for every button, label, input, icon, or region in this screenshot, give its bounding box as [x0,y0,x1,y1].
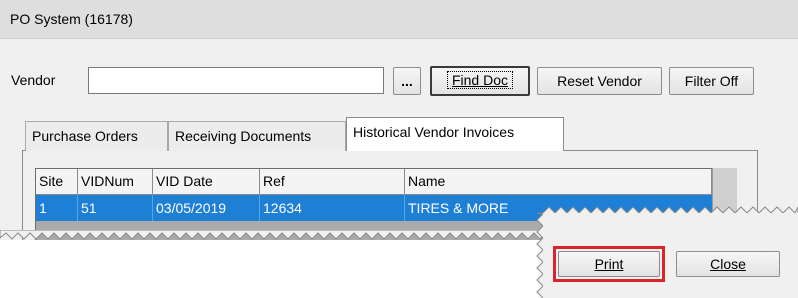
vendor-label: Vendor [11,72,56,88]
filter-off-button[interactable]: Filter Off [669,67,754,95]
cell-vidnum: 51 [78,195,153,221]
close-button[interactable]: Close [676,251,780,277]
title-bar: PO System (16178) [0,0,798,39]
find-doc-label: Find Doc [446,71,514,89]
cell-ref: 12634 [260,195,405,221]
print-highlight-box [553,246,665,282]
vendor-browse-button[interactable]: ... [393,67,421,95]
cell-site: 1 [36,195,78,221]
column-header-name[interactable]: Name [405,169,712,195]
column-header-vid-date[interactable]: VID Date [153,169,260,195]
vendor-input[interactable] [88,67,384,94]
column-header-ref[interactable]: Ref [260,169,405,195]
column-header-site[interactable]: Site [36,169,78,195]
cell-vid-date: 03/05/2019 [153,195,260,221]
reset-vendor-button[interactable]: Reset Vendor [537,67,662,95]
tab-purchase-orders[interactable]: Purchase Orders [25,121,168,151]
tab-receiving-documents[interactable]: Receiving Documents [168,121,346,151]
tab-historical-vendor-invoices[interactable]: Historical Vendor Invoices [346,117,564,151]
window-title: PO System (16178) [10,11,133,27]
close-label: Close [710,256,746,272]
column-header-vidnum[interactable]: VIDNum [78,169,153,195]
find-doc-button[interactable]: Find Doc [430,66,530,96]
